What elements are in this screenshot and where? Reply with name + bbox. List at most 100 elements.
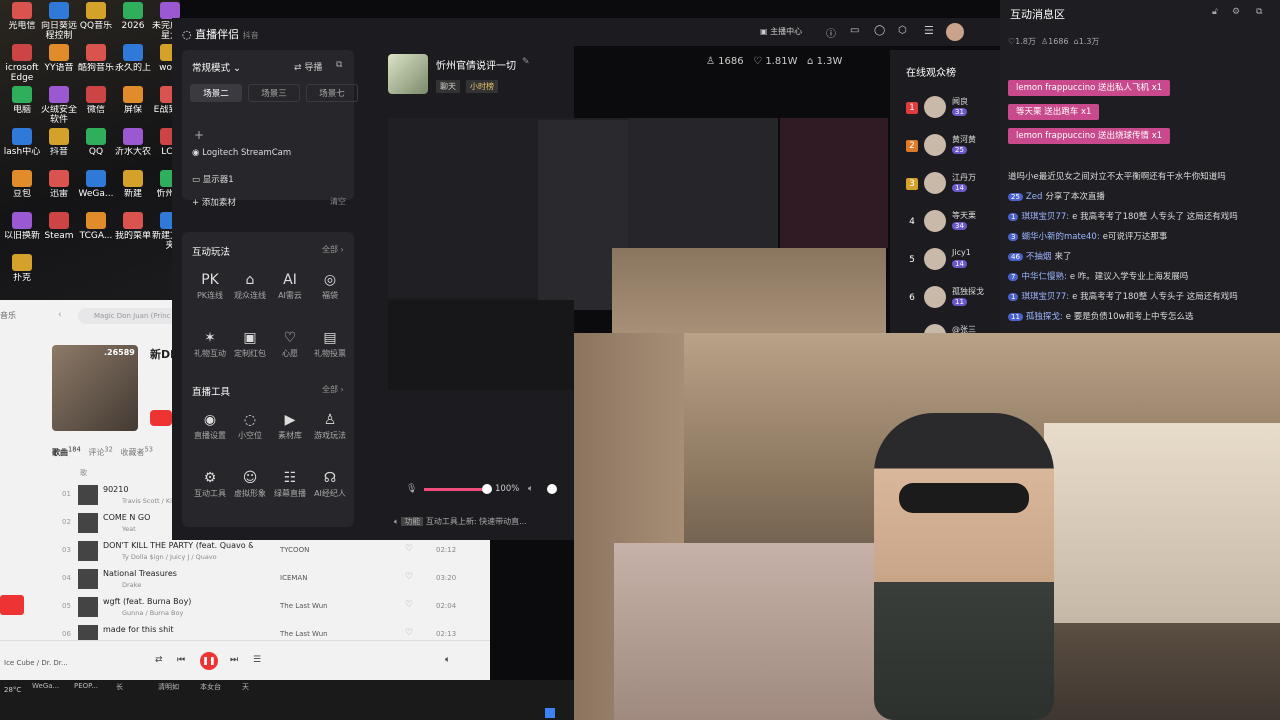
tab-songs[interactable]: 歌曲184 [52,445,81,457]
desktop-icon[interactable]: 微信 [76,86,116,125]
table-row[interactable]: 04 National Treasures Drake ICEMAN ♡ 03:20 [0,566,490,593]
box-icon[interactable]: ⬡ [898,25,907,36]
chat-user[interactable]: 蝴华小新的mate40: [1021,232,1099,242]
desktop-icon[interactable]: 火绒安全软件 [39,86,79,125]
desktop-icon[interactable]: 我的菜单 [113,212,153,251]
tab-favorites[interactable]: 收藏者53 [120,445,152,457]
list-item[interactable]: 5 Jicy1 14 [890,248,1000,282]
heart-icon[interactable]: ♡ [405,544,413,554]
list-item[interactable]: 6 孤独探戈 11 [890,286,1000,320]
popout-chat-icon[interactable]: ⧉ [1256,7,1262,17]
playlist-icon[interactable]: ☰ [253,655,261,665]
tool-button[interactable]: ☷ 绿幕直播 [268,468,312,499]
desktop-icon[interactable]: 迅雷 [39,170,79,209]
popout-icon[interactable]: ⧉ [336,60,342,70]
clear-button[interactable]: 清空 [330,196,346,207]
tool-button[interactable]: ✶ 礼物互动 [188,328,232,359]
list-item[interactable]: 1 闻良 31 [890,96,1000,130]
tool-button[interactable]: ▣ 定制红包 [228,328,272,359]
volume-icon[interactable]: 🔈︎ [445,655,450,665]
mic-volume-handle[interactable] [482,484,492,494]
heart-icon[interactable]: ♡ [405,600,413,610]
desktop-icon[interactable]: 酷狗音乐 [76,44,116,83]
guide-button[interactable]: ⇄ 导播 [294,60,322,73]
desktop-icon[interactable]: 永久的上 [113,44,153,83]
lock-icon[interactable]: 🔓︎ [1212,7,1218,17]
mode-dropdown[interactable]: 常规模式 ⌄ [192,60,241,74]
table-row[interactable]: 03 DON'T KILL THE PARTY (feat. Quavo & I.… [0,538,490,565]
list-item[interactable]: 3 江丹万 14 [890,172,1000,206]
source-webcam[interactable]: ◉ Logitech StreamCam [192,148,291,158]
play-all-button[interactable] [150,410,172,426]
shuffle-icon[interactable]: ⇄ [155,655,163,665]
desktop-icon[interactable]: 豆包 [2,170,42,209]
mic-icon[interactable]: 🎙︎ [406,484,417,494]
tool-button[interactable]: ☊ AI经纪人 [308,468,352,499]
settings-icon[interactable]: ⚙ [1232,7,1240,17]
desktop-icon[interactable]: 抖音 [39,128,79,167]
tool-button[interactable]: ◉ 直播设置 [188,410,232,441]
tools-all-link[interactable]: 全部 › [322,384,344,395]
taskbar-item[interactable]: 本女台 [200,682,221,692]
tool-button[interactable]: AI AI需云 [268,270,312,301]
desktop-icon[interactable]: 向日葵远程控制 [39,2,79,41]
anchor-center-button[interactable]: ▣ 主播中心 [760,26,802,37]
menu-icon[interactable]: ☰ [924,24,934,37]
desktop-icon[interactable]: 以旧换新 [2,212,42,251]
help-icon[interactable]: ⓘ [826,25,836,40]
hour-rank-tag[interactable]: 小时榜 [466,80,498,93]
taskbar-item[interactable]: PEOP... [74,682,98,690]
taskbar-item[interactable]: 天 [242,682,249,692]
prev-icon[interactable]: ⏮ [177,655,185,665]
next-icon[interactable]: ⏭ [230,655,238,665]
message-icon[interactable]: ◯ [874,25,885,36]
tool-button[interactable]: ⌂ 观众连线 [228,270,272,301]
speaker-volume-handle[interactable] [547,484,557,494]
chat-user[interactable]: 琪琪宝贝77: [1021,212,1069,222]
desktop-icon[interactable]: TCGA... [76,212,116,251]
tool-button[interactable]: ⚙ 互动工具 [188,468,232,499]
notice-bar[interactable]: 🔈︎ 功能 互动工具上新: 快速带动直... [394,516,527,527]
desktop-icon[interactable]: QQ [76,128,116,167]
chat-user[interactable]: 孤独探戈: [1026,312,1063,322]
desktop-icon[interactable]: lash中心 [2,128,42,167]
source-display[interactable]: ▭ 显示器1 [192,173,234,185]
chat-user[interactable]: 中华仁慢熟: [1021,272,1066,282]
desktop-icon[interactable]: Steam [39,212,79,251]
add-source-button[interactable]: + 添加素材 [192,196,236,208]
taskbar-item[interactable]: WeGa... [32,682,59,690]
taskbar-item[interactable]: 长 [116,682,123,692]
chat-user[interactable]: 琪琪宝贝77: [1021,292,1069,302]
gamepad-icon[interactable]: ▭ [850,25,859,36]
tool-button[interactable]: PK PK连线 [188,270,232,301]
interactive-all-link[interactable]: 全部 › [322,244,344,255]
mic-volume-slider[interactable] [424,488,486,491]
desktop-icon[interactable]: 沂水大农 [113,128,153,167]
list-item[interactable]: 4 等天栗 34 [890,210,1000,244]
tab-scene[interactable]: 场景三 [248,84,300,102]
tab-comments[interactable]: 评论32 [88,445,112,457]
list-item[interactable]: 2 黄河黄 25 [890,134,1000,168]
desktop-icon[interactable]: 光电信 [2,2,42,41]
taskbar-item[interactable]: 清明如 [158,682,179,692]
tool-button[interactable]: ◎ 福袋 [308,270,352,301]
edit-title-icon[interactable]: ✎ [522,57,530,67]
table-row[interactable]: 05 wgft (feat. Burna Boy) Gunna / Burna Bo… [0,594,490,621]
back-chevron-icon[interactable]: ‹ [58,310,62,320]
tool-button[interactable]: ▤ 礼物投票 [308,328,352,359]
heart-icon[interactable]: ♡ [405,628,413,638]
tab-scene[interactable]: 场景七 [306,84,358,102]
desktop-icon[interactable]: icrosoft Edge [2,44,42,83]
chat-user[interactable]: Zed [1026,192,1042,202]
tool-button[interactable]: ▶ 素材库 [268,410,312,441]
desktop-icon[interactable]: 新建 [113,170,153,209]
desktop-icon[interactable]: WeGa... [76,170,116,209]
tab-scene[interactable]: 场景二 [190,84,242,102]
desktop-icon[interactable]: 扑克 [2,254,42,293]
tool-button[interactable]: ♙ 游戏玩法 [308,410,352,441]
desktop-icon[interactable]: YY语音 [39,44,79,83]
tool-button[interactable]: ◌ 小空位 [228,410,272,441]
tool-button[interactable]: ♡ 心愿 [268,328,312,359]
desktop-icon[interactable]: 2026 [113,2,153,41]
speaker-icon[interactable]: 🔈︎ [528,484,533,494]
